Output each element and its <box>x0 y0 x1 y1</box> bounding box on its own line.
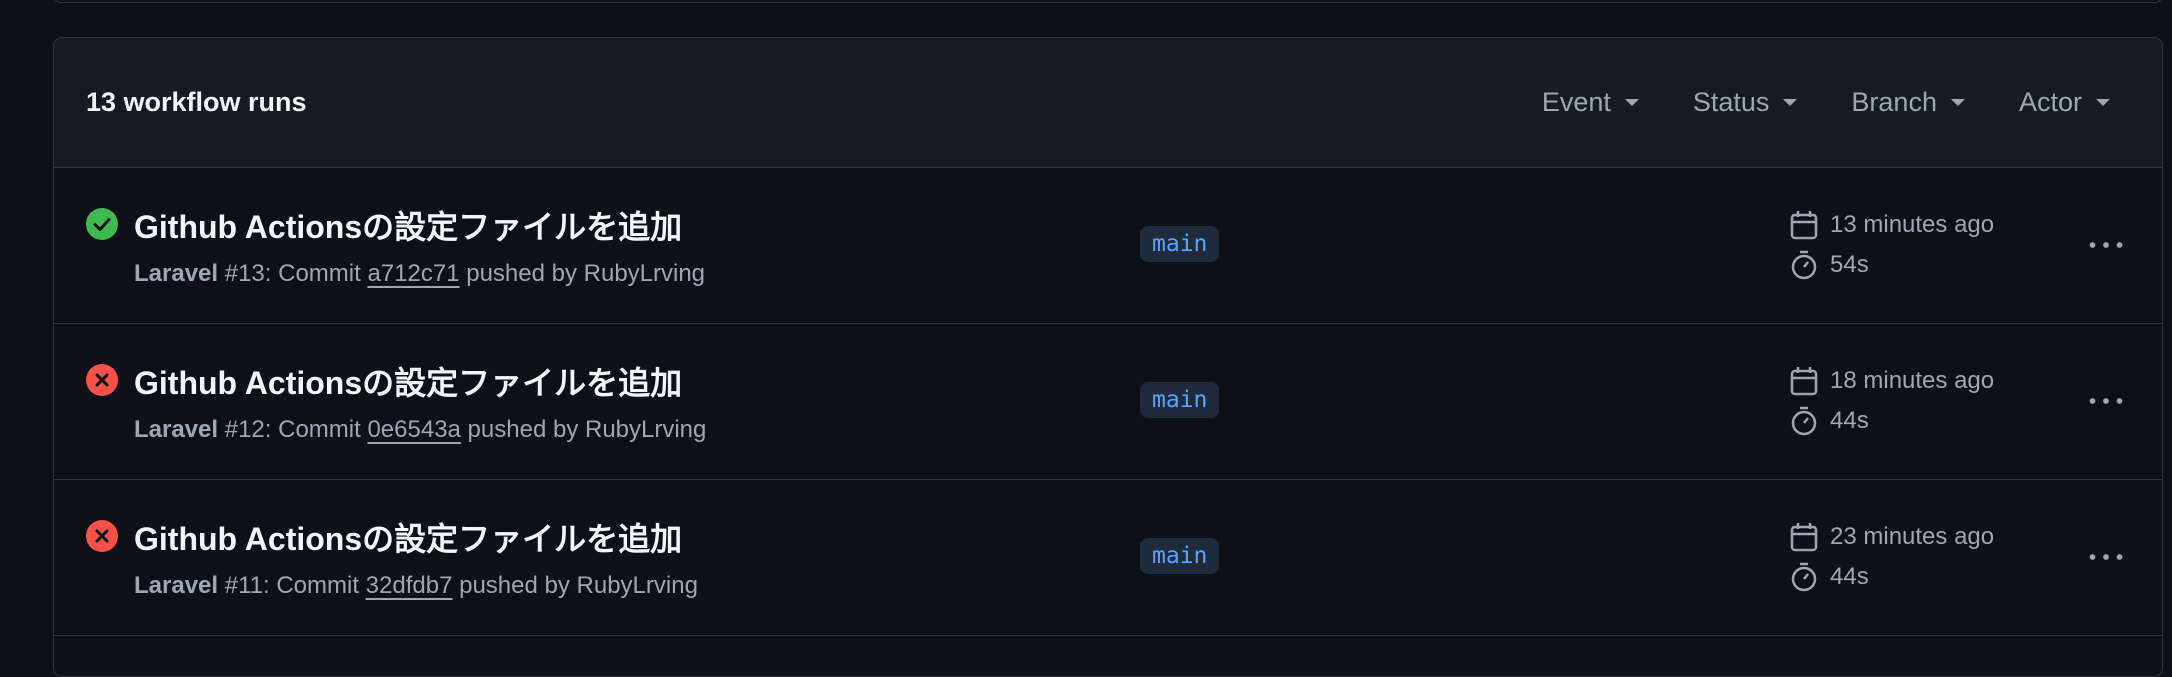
run-number: #11 <box>224 572 263 599</box>
branch-filter[interactable]: Branch <box>1851 87 1965 118</box>
calendar-icon <box>1790 367 1818 396</box>
run-timestamp: 13 minutes ago <box>1790 210 1994 240</box>
workflow-run-row[interactable]: Github Actionsの設定ファイルを追加 Laravel #13: Co… <box>54 168 2162 324</box>
triangle-down-icon <box>2096 99 2110 106</box>
calendar-icon <box>1790 523 1818 552</box>
pushed-by: pushed by RubyLrving <box>452 572 698 599</box>
run-timestamp: 23 minutes ago <box>1790 522 1994 552</box>
commit-sha-link[interactable]: a712c71 <box>367 260 459 287</box>
x-circle-icon <box>86 520 118 552</box>
run-duration-value: 44s <box>1830 563 1869 590</box>
stopwatch-icon <box>1791 406 1817 436</box>
status-filter[interactable]: Status <box>1693 87 1798 118</box>
kebab-horizontal-icon[interactable] <box>2084 542 2128 572</box>
triangle-down-icon <box>1783 99 1798 106</box>
actor-filter-label: Actor <box>2018 87 2082 117</box>
run-duration: 44s <box>1790 562 1869 592</box>
run-meta: Laravel #11: Commit 32dfdb7 pushed by Ru… <box>134 572 698 600</box>
run-number: #13 <box>224 260 265 287</box>
run-meta: Laravel #12: Commit 0e6543a pushed by Ru… <box>134 416 706 444</box>
workflow-run-row[interactable]: Github Actionsの設定ファイルを追加 Laravel #12: Co… <box>54 324 2162 480</box>
stopwatch-icon <box>1791 250 1817 280</box>
workflow-name: Laravel <box>134 572 219 599</box>
branch-badge[interactable]: main <box>1140 538 1220 574</box>
run-duration-value: 54s <box>1830 251 1869 278</box>
run-meta: Laravel #13: Commit a712c71 pushed by Ru… <box>134 260 705 288</box>
workflow-runs-panel: 13 workflow runs Event Status Branch Act… <box>53 37 2163 677</box>
run-count: 13 workflow runs <box>86 87 307 117</box>
workflow-name: Laravel <box>134 260 219 287</box>
pushed-by: pushed by RubyLrving <box>460 416 707 443</box>
commit-sha-link[interactable]: 32dfdb7 <box>366 572 453 599</box>
run-title[interactable]: Github Actionsの設定ファイルを追加 <box>134 358 682 404</box>
filter-bar: Event Status Branch Actor <box>1542 87 2130 118</box>
run-duration: 44s <box>1790 406 1869 436</box>
run-time-ago: 18 minutes ago <box>1830 367 1995 394</box>
actor-filter[interactable]: Actor <box>2019 87 2110 118</box>
run-timestamp: 18 minutes ago <box>1790 366 1994 396</box>
event-filter-label: Event <box>1541 87 1611 117</box>
commit-label: : Commit <box>264 416 368 443</box>
event-filter[interactable]: Event <box>1542 87 1639 118</box>
commit-sha-link[interactable]: 0e6543a <box>367 416 460 443</box>
triangle-down-icon <box>1624 99 1639 106</box>
run-number: #12 <box>224 416 265 443</box>
commit-label: : Commit <box>263 572 366 599</box>
kebab-horizontal-icon[interactable] <box>2084 230 2128 260</box>
check-circle-icon <box>86 208 118 240</box>
calendar-icon <box>1790 211 1818 240</box>
kebab-horizontal-icon[interactable] <box>2084 386 2128 416</box>
run-title[interactable]: Github Actionsの設定ファイルを追加 <box>134 514 682 560</box>
run-time-ago: 23 minutes ago <box>1830 523 1995 550</box>
status-filter-label: Status <box>1692 87 1770 117</box>
branch-filter-label: Branch <box>1851 87 1937 117</box>
run-title[interactable]: Github Actionsの設定ファイルを追加 <box>134 202 682 248</box>
run-duration-value: 44s <box>1830 407 1869 434</box>
previous-section-box <box>53 0 2163 3</box>
x-circle-icon <box>86 364 118 396</box>
branch-badge[interactable]: main <box>1140 226 1220 262</box>
commit-label: : Commit <box>264 260 368 287</box>
runs-header: 13 workflow runs Event Status Branch Act… <box>54 38 2162 168</box>
pushed-by: pushed by RubyLrving <box>459 260 706 287</box>
run-duration: 54s <box>1790 250 1869 280</box>
stopwatch-icon <box>1791 562 1817 592</box>
run-time-ago: 13 minutes ago <box>1830 211 1995 238</box>
branch-badge[interactable]: main <box>1140 382 1220 418</box>
workflow-name: Laravel <box>134 416 219 443</box>
workflow-run-row[interactable]: Github Actionsの設定ファイルを追加 Laravel #11: Co… <box>54 480 2162 636</box>
triangle-down-icon <box>1950 99 1965 106</box>
